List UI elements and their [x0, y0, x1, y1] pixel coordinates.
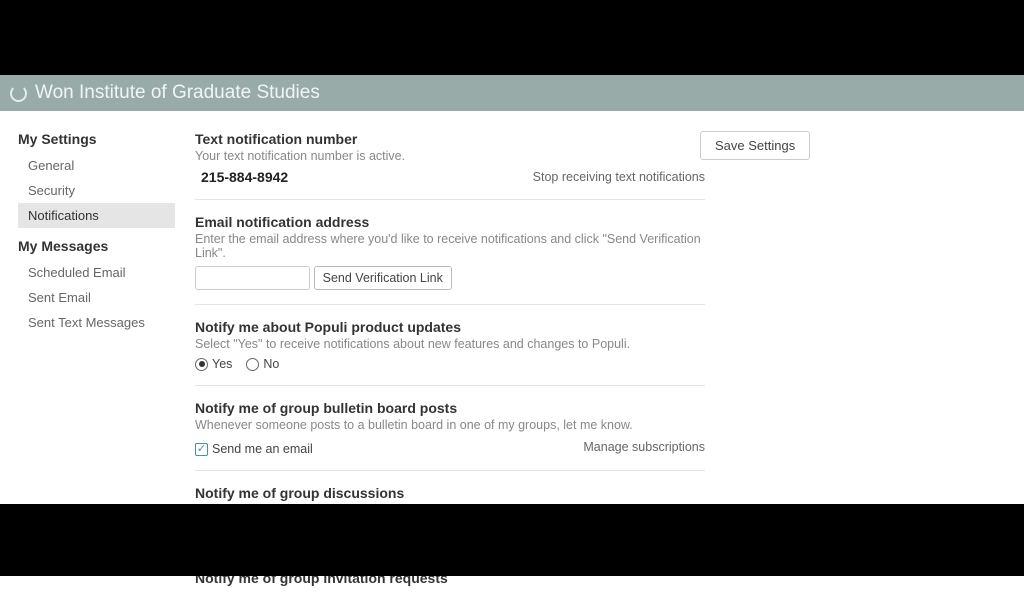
section-bulletin-posts: Notify me of group bulletin board posts … [195, 400, 705, 471]
section-title: Notify me about Populi product updates [195, 319, 705, 335]
radio-yes-label: Yes [212, 357, 232, 371]
section-desc: Enter the email address where you'd like… [195, 232, 705, 260]
section-desc: Your text notification number is active. [195, 149, 705, 163]
bulletin-manage-subscriptions-link[interactable]: Manage subscriptions [583, 440, 705, 454]
radio-no[interactable] [246, 358, 259, 371]
institute-title: Won Institute of Graduate Studies [35, 82, 320, 104]
top-banner: Won Institute of Graduate Studies [0, 75, 1024, 111]
top-black-bar [0, 0, 1024, 75]
section-desc: Whenever someone posts to a bulletin boa… [195, 418, 705, 432]
sidebar-item-sent-email[interactable]: Sent Email [18, 285, 175, 310]
send-verification-button[interactable]: Send Verification Link [314, 266, 452, 290]
section-email-notification: Email notification address Enter the ema… [195, 214, 705, 305]
phone-number: 215-884-8942 [195, 169, 288, 185]
sidebar-item-sent-text-messages[interactable]: Sent Text Messages [18, 310, 175, 335]
stop-text-notifications-link[interactable]: Stop receiving text notifications [533, 170, 705, 184]
save-settings-button[interactable]: Save Settings [700, 131, 810, 160]
bottom-black-bar [0, 504, 1024, 576]
section-product-updates: Notify me about Populi product updates S… [195, 319, 705, 386]
sidebar-item-notifications[interactable]: Notifications [18, 203, 175, 228]
sidebar-messages-header: My Messages [18, 238, 175, 254]
bulletin-email-label: Send me an email [212, 442, 313, 456]
loading-spinner-icon [10, 85, 27, 102]
section-text-notification: Text notification number Your text notif… [195, 131, 705, 200]
section-desc: Select "Yes" to receive notifications ab… [195, 337, 705, 351]
radio-yes[interactable] [195, 358, 208, 371]
section-title: Notify me of group bulletin board posts [195, 400, 705, 416]
radio-no-label: No [263, 357, 279, 371]
sidebar-item-scheduled-email[interactable]: Scheduled Email [18, 260, 175, 285]
section-title: Email notification address [195, 214, 705, 230]
section-title: Text notification number [195, 131, 705, 147]
sidebar-settings-header: My Settings [18, 131, 175, 147]
bulletin-email-checkbox[interactable]: ✓ [195, 443, 208, 456]
email-input[interactable] [195, 266, 310, 290]
sidebar-item-general[interactable]: General [18, 153, 175, 178]
section-title: Notify me of group discussions [195, 485, 705, 501]
sidebar-item-security[interactable]: Security [18, 178, 175, 203]
